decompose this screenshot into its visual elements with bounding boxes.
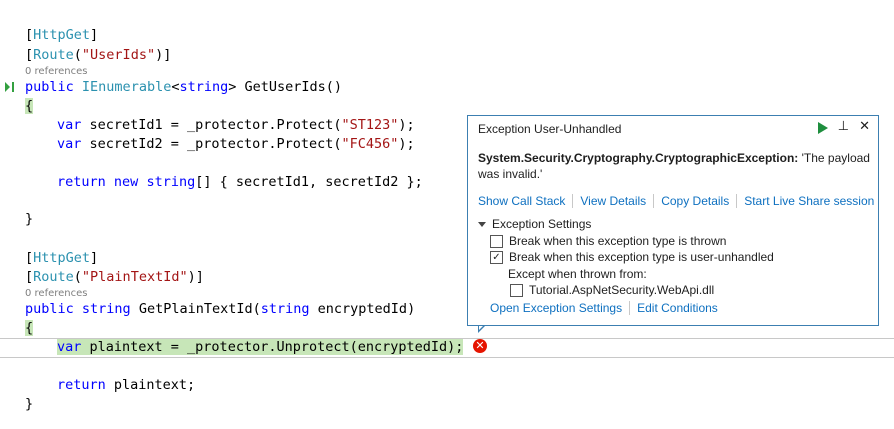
method-name: GetUserIds() xyxy=(244,79,343,95)
attribute-name: Route xyxy=(33,269,74,285)
live-share-link[interactable]: Start Live Share session xyxy=(744,194,874,208)
attribute-name: HttpGet xyxy=(33,250,91,266)
method-name: GetPlainTextId( xyxy=(130,301,261,317)
code-line-14: { xyxy=(25,318,34,338)
change-indicator xyxy=(12,82,14,92)
link-separator xyxy=(736,194,738,208)
break-when-unhandled-option[interactable]: ✓ Break when this exception type is user… xyxy=(490,250,774,264)
code-line-11: [Route("PlainTextId")] xyxy=(25,269,204,285)
string-literal: "PlainTextId" xyxy=(81,269,188,285)
exception-type: System.Security.Cryptography.Cryptograph… xyxy=(478,151,799,165)
string-literal: "FC456" xyxy=(341,136,399,152)
keyword: var xyxy=(57,339,82,355)
attribute-name: HttpGet xyxy=(33,27,91,43)
show-call-stack-link[interactable]: Show Call Stack xyxy=(478,194,565,208)
string-literal: "UserIds" xyxy=(81,47,156,63)
code-text: ); xyxy=(398,117,415,133)
code-line-2: [Route("UserIds")] xyxy=(25,47,172,63)
error-icon[interactable]: ✕ xyxy=(473,339,487,353)
exception-settings-header: Exception Settings xyxy=(492,217,592,231)
code-line-15: var plaintext = _protector.Unprotect(enc… xyxy=(57,337,464,357)
break-when-unhandled-label: Break when this exception type is user-u… xyxy=(509,250,774,264)
edit-conditions-link[interactable]: Edit Conditions xyxy=(637,301,718,315)
link-separator xyxy=(629,301,631,315)
link-separator xyxy=(653,194,655,208)
exception-helper-popup: Exception User-Unhandled ⊥ ✕ System.Secu… xyxy=(467,115,879,326)
keyword: return xyxy=(57,377,106,393)
brace: } xyxy=(25,396,34,412)
break-when-thrown-option[interactable]: Break when this exception type is thrown xyxy=(490,234,726,248)
keyword: string xyxy=(81,301,131,317)
module-exclusion-option[interactable]: Tutorial.AspNetSecurity.WebApi.dll xyxy=(510,283,714,297)
keyword: public xyxy=(25,79,74,95)
popup-title: Exception User-Unhandled xyxy=(478,122,622,136)
code-line-7: var secretId2 = _protector.Protect("FC45… xyxy=(57,134,415,154)
code-text: ); xyxy=(398,136,415,152)
code-line-10: [HttpGet] xyxy=(25,250,99,266)
break-when-thrown-label: Break when this exception type is thrown xyxy=(509,234,727,248)
module-exclusion-checkbox[interactable] xyxy=(510,283,523,297)
code-text: encryptedId) xyxy=(309,301,416,317)
code-line-17: } xyxy=(25,394,33,414)
code-line-4: public IEnumerable<string> GetUserIds() xyxy=(25,79,343,95)
code-line-6: var secretId1 = _protector.Protect("ST12… xyxy=(57,115,415,135)
code-line-1: [HttpGet] xyxy=(25,27,99,43)
open-exception-settings-link[interactable]: Open Exception Settings xyxy=(490,301,622,315)
code-line-9: } xyxy=(25,209,33,229)
except-when-text: Except when thrown from: xyxy=(508,267,647,281)
popup-bottom-links: Open Exception Settings Edit Conditions xyxy=(490,301,718,315)
code-text: [] { secretId1, secretId2 }; xyxy=(195,174,423,190)
exception-message: System.Security.Cryptography.Cryptograph… xyxy=(478,150,870,182)
code-line-8: return new string[] { secretId1, secretI… xyxy=(57,172,423,192)
pin-icon[interactable]: ⊥ xyxy=(838,119,849,135)
copy-details-link[interactable]: Copy Details xyxy=(661,194,729,208)
code-line-16: return plaintext; xyxy=(57,375,195,395)
keyword: new xyxy=(113,174,139,190)
popup-action-links: Show Call Stack View Details Copy Detail… xyxy=(478,194,874,208)
keyword: public xyxy=(25,301,74,317)
keyword: string xyxy=(260,301,310,317)
brace: { xyxy=(25,98,34,114)
code-text: secretId2 = _protector.Protect( xyxy=(81,136,342,152)
type-name: IEnumerable xyxy=(81,79,172,95)
string-literal: "ST123" xyxy=(341,117,399,133)
brace: } xyxy=(25,211,34,227)
break-when-unhandled-checkbox[interactable]: ✓ xyxy=(490,250,503,264)
keyword: string xyxy=(146,174,196,190)
keyword: return xyxy=(57,174,106,190)
code-text: plaintext; xyxy=(105,377,196,393)
execution-pointer-icon[interactable] xyxy=(5,82,10,92)
exception-settings-toggle[interactable]: Exception Settings xyxy=(478,217,591,231)
close-icon[interactable]: ✕ xyxy=(859,119,870,135)
collapse-triangle-icon[interactable] xyxy=(478,222,486,227)
keyword: var xyxy=(57,117,82,133)
keyword: var xyxy=(57,136,82,152)
code-text: secretId1 = _protector.Protect( xyxy=(81,117,342,133)
play-icon[interactable] xyxy=(817,121,828,134)
brace: { xyxy=(25,320,34,336)
code-line-5: { xyxy=(25,96,34,116)
code-line-13: public string GetPlainTextId(string encr… xyxy=(25,299,415,319)
view-details-link[interactable]: View Details xyxy=(580,194,646,208)
except-when-label: Except when thrown from: xyxy=(508,267,647,281)
attribute-name: Route xyxy=(33,47,74,63)
popup-controls: ⊥ ✕ xyxy=(817,119,870,135)
code-text: plaintext = _protector.Unprotect(encrypt… xyxy=(81,339,464,355)
link-separator xyxy=(572,194,574,208)
module-name: Tutorial.AspNetSecurity.WebApi.dll xyxy=(529,283,715,297)
keyword: string xyxy=(179,79,229,95)
break-when-thrown-checkbox[interactable] xyxy=(490,234,503,248)
